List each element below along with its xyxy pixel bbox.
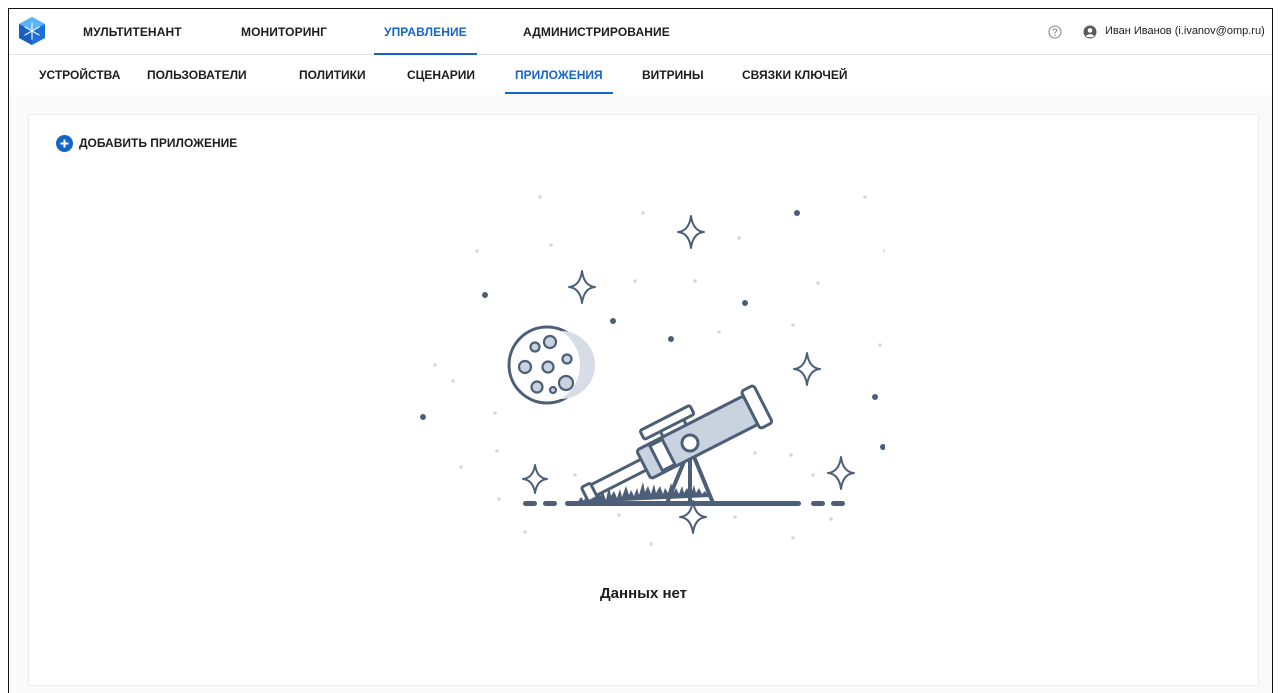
add-application-label: ДОБАВИТЬ ПРИЛОЖЕНИЕ xyxy=(79,136,238,150)
ground xyxy=(523,482,845,506)
sub-navigation-bar: УСТРОЙСТВА ПОЛЬЗОВАТЕЛИ ПОЛИТИКИ СЦЕНАРИ… xyxy=(9,55,1272,95)
tab-showcases[interactable]: ВИТРИНЫ xyxy=(642,55,704,95)
top-tab-administration[interactable]: АДМИНИСТРИРОВАНИЕ xyxy=(523,9,670,55)
top-tab-management[interactable]: УПРАВЛЕНИЕ xyxy=(374,9,477,55)
tab-devices[interactable]: УСТРОЙСТВА xyxy=(39,55,120,95)
user-name[interactable]: Иван Иванов (i.ivanov@omp.ru) xyxy=(1105,25,1265,37)
top-tab-multitenant[interactable]: МУЛЬТИТЕНАНТ xyxy=(83,9,182,55)
moon-icon xyxy=(507,325,595,405)
content-panel: ДОБАВИТЬ ПРИЛОЖЕНИЕ Данных нет xyxy=(28,114,1259,686)
tab-applications[interactable]: ПРИЛОЖЕНИЯ xyxy=(505,55,613,95)
tab-users[interactable]: ПОЛЬЗОВАТЕЛИ xyxy=(147,55,247,95)
top-tab-monitoring[interactable]: МОНИТОРИНГ xyxy=(241,9,327,55)
logo-icon[interactable] xyxy=(19,17,45,45)
help-icon[interactable] xyxy=(1048,25,1062,39)
user-icon[interactable] xyxy=(1083,25,1097,39)
plus-circle-icon xyxy=(56,134,73,152)
telescope-illustration xyxy=(420,195,885,546)
tab-policies[interactable]: ПОЛИТИКИ xyxy=(299,55,366,95)
dark-dots xyxy=(420,210,885,450)
add-application-button[interactable]: ДОБАВИТЬ ПРИЛОЖЕНИЕ xyxy=(56,134,237,152)
tab-scenarios[interactable]: СЦЕНАРИИ xyxy=(407,55,475,95)
top-navigation-bar: МУЛЬТИТЕНАНТ МОНИТОРИНГ УПРАВЛЕНИЕ АДМИН… xyxy=(9,9,1272,55)
tab-keychains[interactable]: СВЯЗКИ КЛЮЧЕЙ xyxy=(742,55,847,95)
app-window: МУЛЬТИТЕНАНТ МОНИТОРИНГ УПРАВЛЕНИЕ АДМИН… xyxy=(8,8,1273,693)
empty-state-text: Данных нет xyxy=(599,585,688,602)
